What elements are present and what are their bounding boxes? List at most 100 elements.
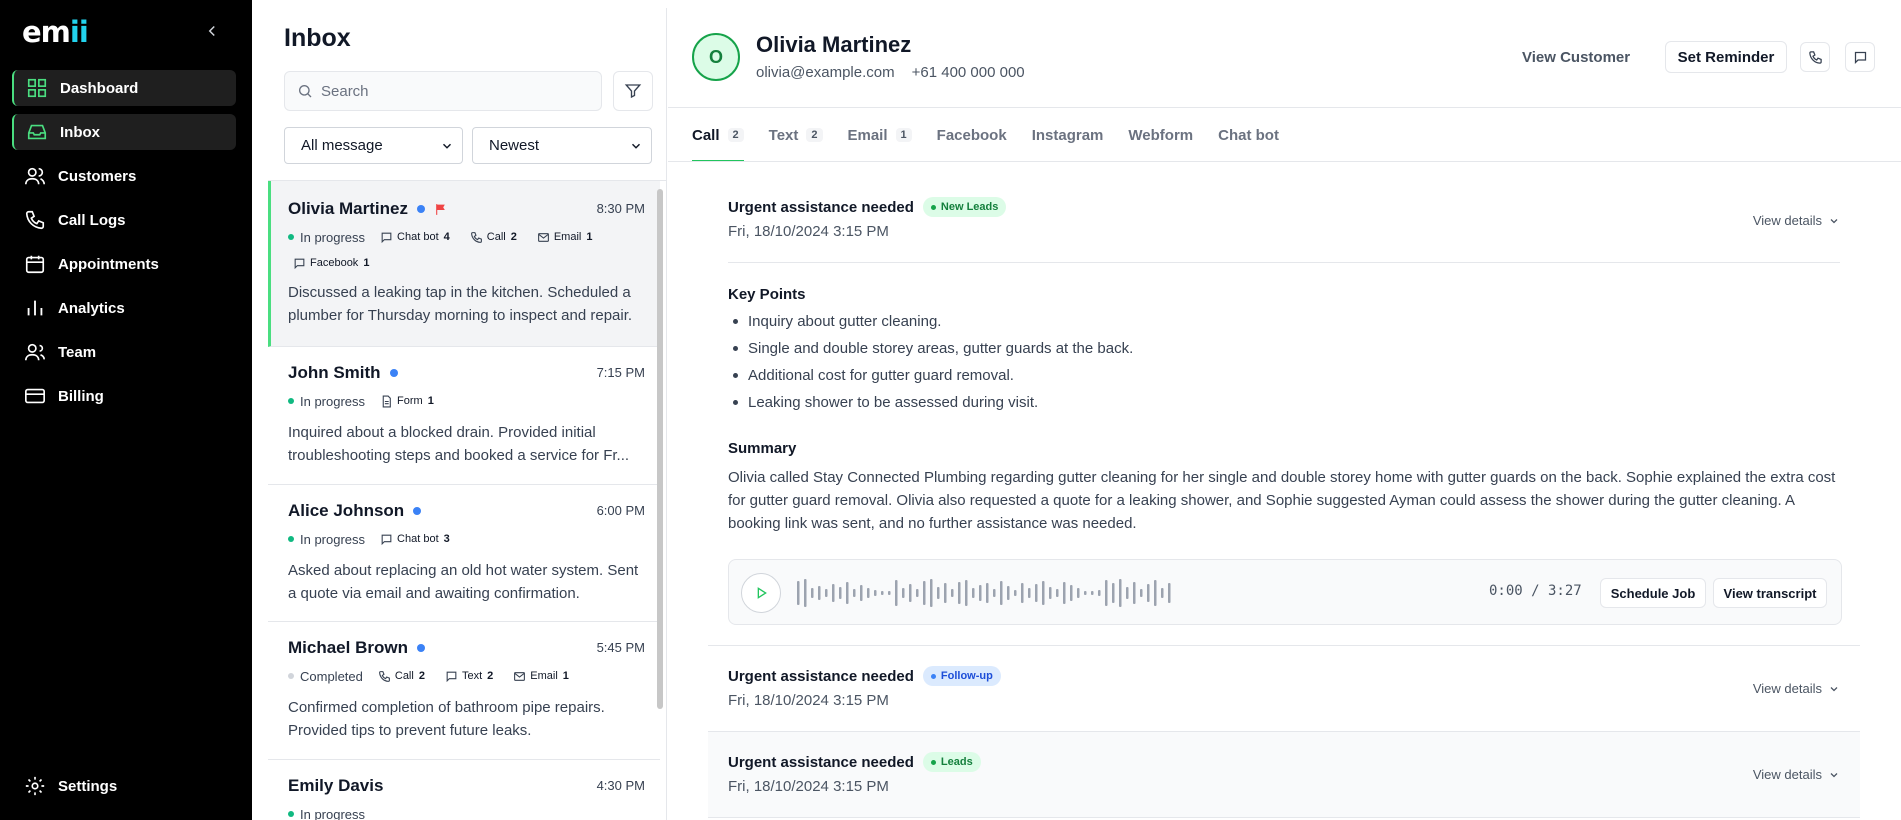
tab-instagram[interactable]: Instagram	[1032, 108, 1104, 162]
timestamp: 5:45 PM	[596, 640, 645, 655]
waveform-bar	[804, 579, 807, 607]
schedule-job-button[interactable]: Schedule Job	[1600, 578, 1706, 608]
filter-button[interactable]	[613, 71, 653, 111]
play-button[interactable]	[741, 573, 781, 613]
waveform-bar	[1014, 590, 1017, 596]
contact-name: Olivia Martinez	[288, 199, 408, 218]
waveform-bar	[867, 588, 870, 598]
timestamp: 7:15 PM	[596, 365, 645, 380]
message-preview: Discussed a leaking tap in the kitchen. …	[288, 284, 633, 324]
sidebar-item-team[interactable]: Team	[12, 334, 236, 370]
sidebar-item-billing[interactable]: Billing	[12, 378, 236, 414]
inbox-icon	[26, 121, 48, 143]
users-icon	[24, 165, 46, 187]
conversation-list: Olivia Martinez 8:30 PM In progress Chat…	[268, 180, 667, 820]
tab-chat-bot[interactable]: Chat bot	[1218, 108, 1279, 162]
contact-name: Emily Davis	[288, 776, 384, 795]
call-list: Urgent assistance needed New Leads Fri, …	[708, 162, 1860, 820]
sort-select[interactable]: Newest	[472, 127, 652, 164]
channel-chip-email: Email 1	[508, 666, 574, 686]
waveform-bar	[972, 588, 975, 598]
tab-email[interactable]: Email 1	[848, 108, 912, 162]
emii-logo[interactable]: em ii	[22, 15, 89, 49]
audio-waveform[interactable]	[797, 578, 1177, 608]
list-item[interactable]: Emily Davis 4:30 PM In progress	[268, 760, 660, 820]
sidebar-item-label: Dashboard	[60, 79, 139, 97]
call-button[interactable]	[1800, 42, 1830, 72]
status-badge: In progress	[288, 391, 365, 411]
list-item[interactable]: John Smith 7:15 PM In progress Form 1 Inq…	[268, 347, 660, 485]
sidebar-item-dashboard[interactable]: Dashboard	[12, 70, 236, 106]
status-badge: In progress	[288, 804, 365, 820]
message-filter-select[interactable]: All message	[284, 127, 463, 164]
audio-player: 0:00 / 3:27 Schedule Job View transcript	[728, 559, 1842, 625]
waveform-bar	[1147, 584, 1150, 602]
set-reminder-button[interactable]: Set Reminder	[1665, 41, 1787, 73]
sidebar-item-customers[interactable]: Customers	[12, 158, 236, 194]
waveform-bar	[1154, 580, 1157, 606]
collapse-sidebar-icon[interactable]	[203, 20, 221, 42]
status-badge: In progress	[288, 227, 365, 247]
chevron-down-icon	[440, 139, 454, 153]
sidebar-item-inbox[interactable]: Inbox	[12, 114, 236, 150]
sidebar-item-call-logs[interactable]: Call Logs	[12, 202, 236, 238]
waveform-bar	[874, 590, 877, 596]
call-date: Fri, 18/10/2024 3:15 PM	[728, 223, 889, 240]
message-button[interactable]	[1845, 42, 1875, 72]
contact-name: Michael Brown	[288, 638, 408, 657]
search-icon	[297, 83, 313, 99]
document-icon	[380, 395, 393, 408]
waveform-bar	[839, 587, 842, 599]
chevron-down-icon	[1828, 215, 1840, 227]
waveform-bar	[881, 591, 884, 595]
waveform-bar	[853, 589, 856, 597]
waveform-bar	[951, 589, 954, 597]
list-item[interactable]: Alice Johnson 6:00 PM In progress Chat b…	[268, 485, 660, 622]
contact-name: John Smith	[288, 363, 381, 382]
tab-call[interactable]: Call 2	[692, 108, 744, 162]
channel-chip-chat-bot: Chat bot 4	[375, 227, 455, 247]
tab-text[interactable]: Text 2	[769, 108, 823, 162]
list-item[interactable]: Olivia Martinez 8:30 PM In progress Chat…	[268, 181, 660, 347]
contact-email: olivia@example.com	[756, 64, 895, 81]
chevron-down-icon	[1828, 683, 1840, 695]
channel-chip-text: Text 2	[440, 666, 498, 686]
call-card[interactable]: Urgent assistance needed Leads Fri, 18/1…	[708, 732, 1860, 818]
grid-icon	[26, 77, 48, 99]
view-customer-link[interactable]: View Customer	[1522, 40, 1630, 74]
phone-icon	[378, 670, 391, 683]
waveform-bar	[1133, 582, 1136, 604]
search-box[interactable]	[284, 71, 602, 111]
view-details-toggle[interactable]: View details	[1753, 213, 1840, 228]
scrollbar[interactable]	[657, 189, 663, 709]
view-transcript-button[interactable]: View transcript	[1713, 578, 1827, 608]
tab-facebook[interactable]: Facebook	[937, 108, 1007, 162]
search-input[interactable]	[321, 82, 581, 100]
unread-dot	[413, 507, 422, 515]
view-details-toggle[interactable]: View details	[1753, 681, 1840, 696]
sidebar-item-analytics[interactable]: Analytics	[12, 290, 236, 326]
phone-icon	[24, 209, 46, 231]
waveform-bar	[1098, 590, 1101, 596]
sidebar-item-appointments[interactable]: Appointments	[12, 246, 236, 282]
avatar: O	[692, 33, 740, 81]
tab-webform[interactable]: Webform	[1128, 108, 1193, 162]
waveform-bar	[832, 584, 835, 602]
sidebar-item-settings[interactable]: Settings	[12, 768, 236, 804]
call-card[interactable]: Urgent assistance needed Follow-up Fri, …	[708, 646, 1860, 732]
play-icon	[753, 585, 769, 601]
view-details-toggle[interactable]: View details	[1753, 767, 1840, 782]
waveform-bar	[818, 586, 821, 600]
phone-icon	[1808, 50, 1823, 65]
waveform-bar	[937, 587, 940, 599]
sidebar-item-label: Billing	[58, 387, 104, 405]
waveform-bar	[902, 588, 905, 598]
timestamp: 4:30 PM	[596, 778, 645, 793]
waveform-bar	[1056, 589, 1059, 597]
waveform-bar	[930, 579, 933, 607]
list-item: Additional cost for gutter guard removal…	[728, 362, 1133, 389]
list-item[interactable]: Michael Brown 5:45 PM Completed Call 2 Te…	[268, 622, 660, 760]
list-item: Leaking shower to be assessed during vis…	[728, 389, 1133, 416]
waveform-bar	[958, 582, 961, 604]
channel-chip-email: Email 1	[532, 227, 598, 247]
